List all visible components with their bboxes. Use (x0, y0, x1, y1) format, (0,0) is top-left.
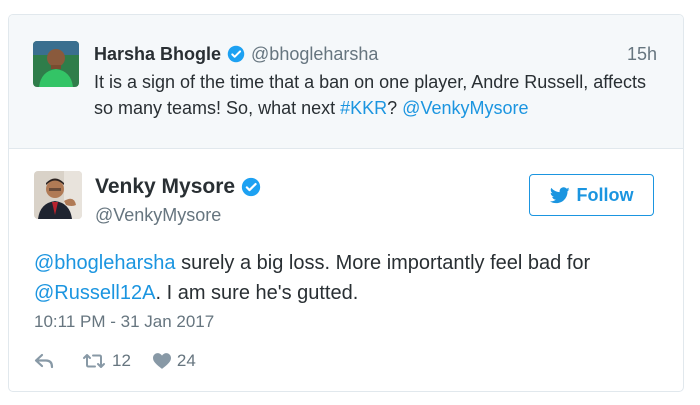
avatar[interactable] (34, 171, 82, 219)
tweet-time[interactable]: 15h (627, 44, 657, 65)
tweet-actions: 12 24 (34, 349, 218, 373)
tweet-text: @bhogleharsha surely a big loss. More im… (34, 248, 674, 308)
avatar[interactable] (33, 41, 79, 87)
author-name-text[interactable]: Venky Mysore (95, 175, 235, 199)
author-name[interactable]: Harsha Bhogle (94, 44, 221, 65)
hashtag-link[interactable]: #KKR (340, 98, 387, 118)
verified-badge-icon (227, 45, 245, 63)
mention-link[interactable]: @VenkyMysore (402, 98, 528, 118)
author-name[interactable]: Venky Mysore (95, 175, 267, 199)
retweet-icon (83, 354, 105, 368)
follow-label: Follow (576, 184, 634, 205)
retweet-button[interactable]: 12 (82, 351, 131, 371)
reply-icon (34, 353, 54, 369)
embedded-tweet-card: Harsha Bhogle @bhogleharsha 15h It is a … (8, 14, 684, 392)
like-count: 24 (176, 351, 196, 370)
twitter-bird-icon (549, 186, 570, 203)
quoted-tweet[interactable]: Harsha Bhogle @bhogleharsha 15h It is a … (9, 15, 683, 149)
quoted-header: Harsha Bhogle @bhogleharsha 15h (94, 42, 657, 66)
like-button[interactable]: 24 (152, 351, 196, 371)
tweet-text-part: surely a big loss. More importantly feel… (175, 252, 591, 274)
tweet-timestamp[interactable]: 10:11 PM - 31 Jan 2017 (34, 312, 214, 332)
quoted-tweet-text: It is a sign of the time that a ban on o… (94, 69, 654, 121)
heart-icon (152, 353, 171, 369)
follow-button[interactable]: Follow (529, 174, 654, 216)
author-handle[interactable]: @VenkyMysore (95, 205, 221, 226)
author-handle[interactable]: @bhogleharsha (251, 44, 378, 65)
mention-link[interactable]: @Russell12A (34, 282, 155, 304)
verified-badge-icon (241, 177, 261, 197)
tweet-text-part: . I am sure he's gutted. (155, 282, 359, 304)
reply-button[interactable] (34, 353, 60, 369)
retweet-count: 12 (112, 351, 131, 370)
mention-link[interactable]: @bhogleharsha (34, 252, 176, 274)
quoted-text-part: ? (387, 98, 403, 118)
